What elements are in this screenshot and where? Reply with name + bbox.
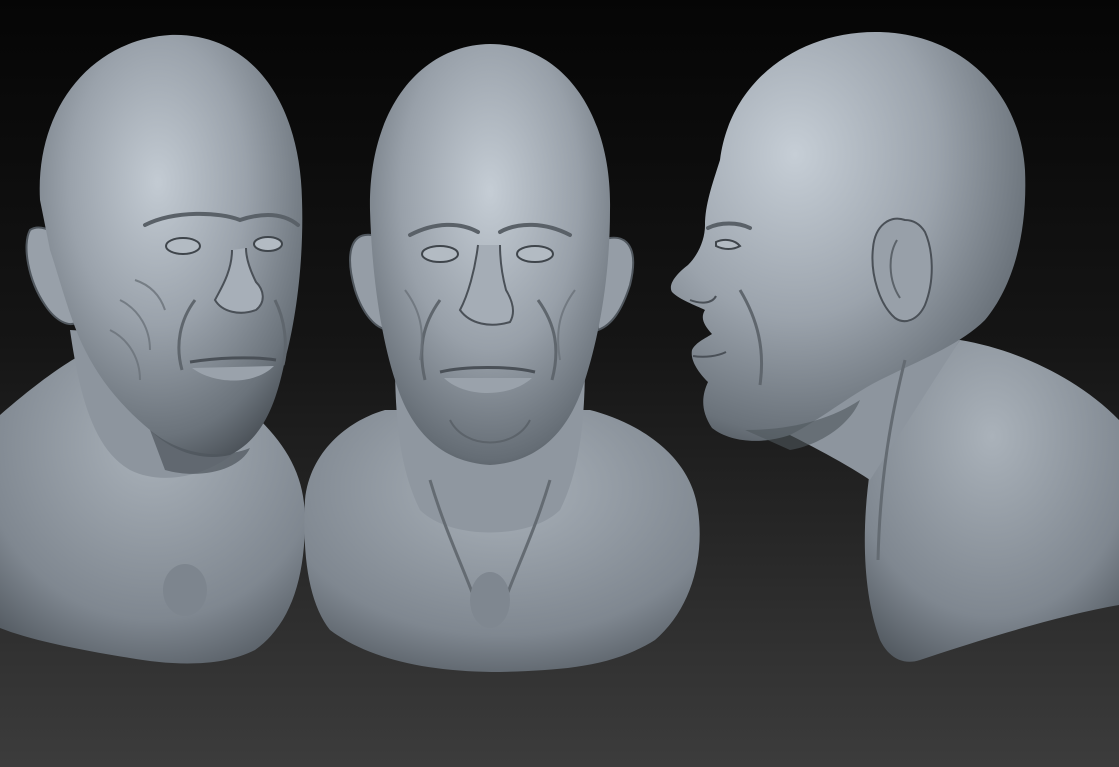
bust-three-quarter-sternum xyxy=(163,564,207,616)
bust-three-quarter-eye-left xyxy=(165,237,201,255)
sculpt-render xyxy=(0,0,1119,767)
render-viewport xyxy=(0,0,1119,767)
bust-front-eye-left xyxy=(421,245,459,263)
bust-front-sternum xyxy=(470,572,510,628)
bust-three-quarter-eye-right xyxy=(253,236,283,252)
bust-front-eye-right xyxy=(516,245,554,263)
